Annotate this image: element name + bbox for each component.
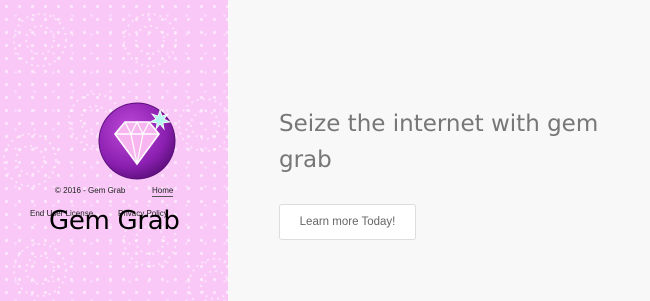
home-link[interactable]: Home bbox=[152, 186, 174, 197]
brand-panel: © 2016 - Gem Grab Home End User License … bbox=[0, 0, 228, 301]
copyright-text: © 2016 - Gem Grab bbox=[55, 186, 126, 195]
learn-more-button[interactable]: Learn more Today! bbox=[279, 204, 416, 240]
brand-name: Gem Grab bbox=[49, 206, 180, 236]
diamond-gem-icon bbox=[98, 102, 176, 180]
hero-headline: Seize the internet with gem grab bbox=[279, 111, 599, 173]
hero-section: Seize the internet with gem grab Learn m… bbox=[228, 0, 650, 301]
